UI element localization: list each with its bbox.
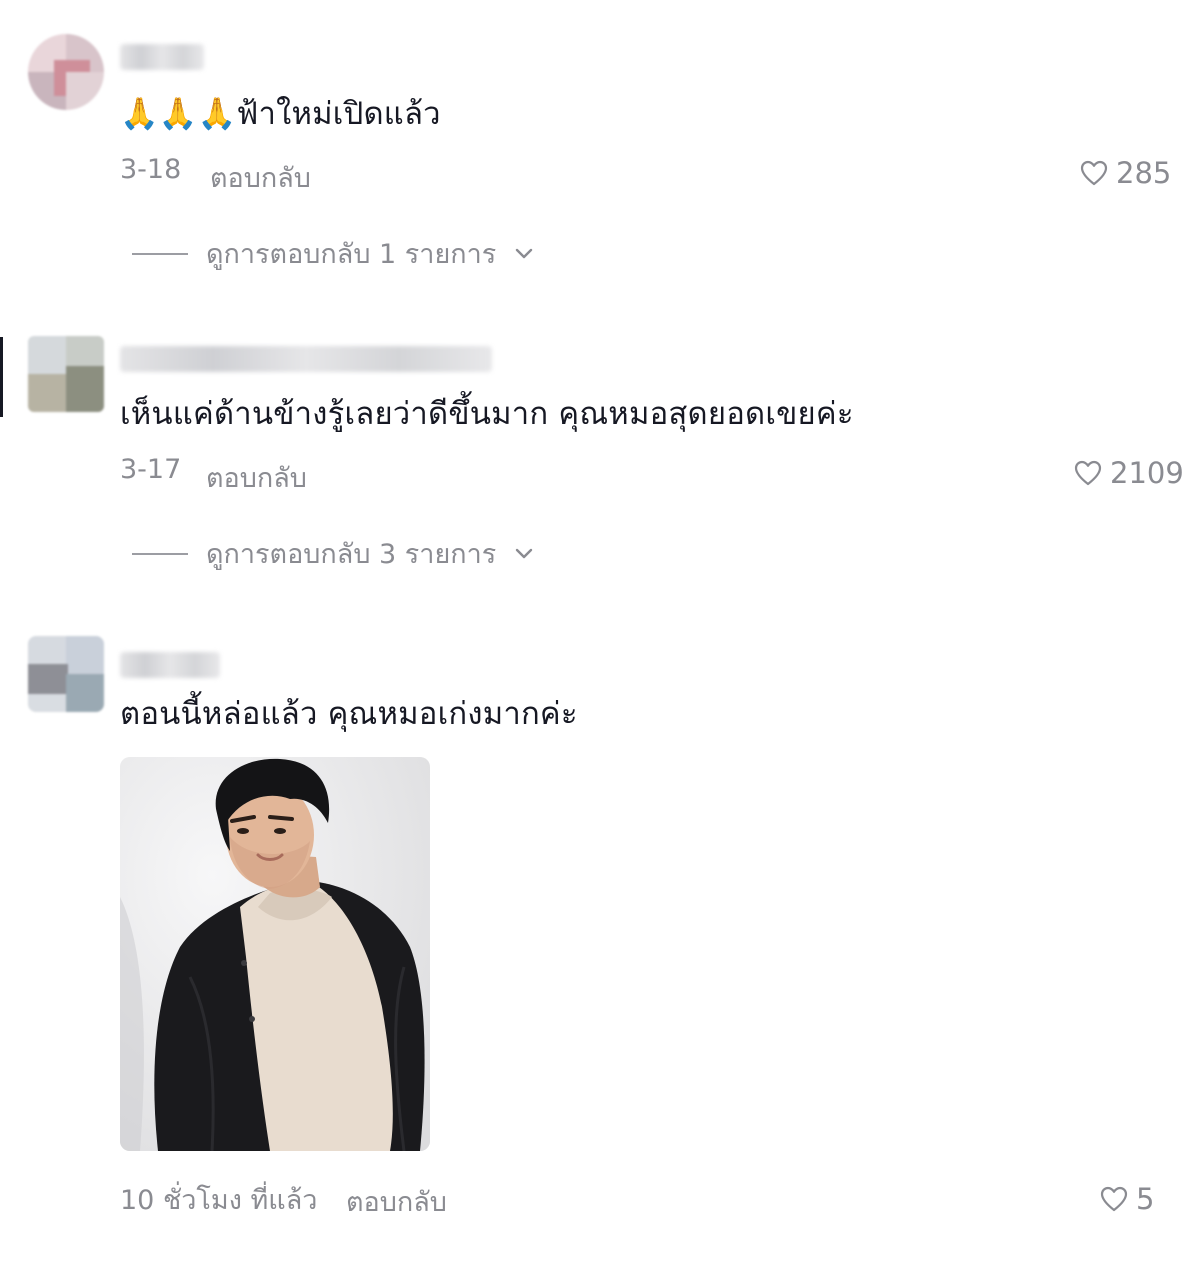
like-count: 2109 (1110, 456, 1184, 490)
comment-date: 3-17 (120, 454, 182, 485)
reply-button[interactable]: ตอบกลับ (346, 1180, 447, 1223)
username[interactable] (120, 44, 204, 70)
heart-outline-icon (1080, 160, 1108, 186)
comment-photo[interactable] (120, 757, 430, 1151)
view-replies-label: ดูการตอบกลับ 1 รายการ (206, 239, 497, 270)
comment-text-body: ฟ้าใหม่เปิดแล้ว (236, 96, 441, 132)
username[interactable] (120, 346, 492, 372)
chevron-down-icon (516, 248, 533, 258)
comment-text: 🙏🙏🙏ฟ้าใหม่เปิดแล้ว (120, 94, 441, 134)
person-photo-image (120, 757, 430, 1151)
like-count: 5 (1136, 1182, 1155, 1216)
avatar[interactable] (28, 636, 104, 712)
comment-date: 10 ชั่วโมง ที่แล้ว (120, 1185, 318, 1216)
view-replies-button[interactable]: ดูการตอบกลับ 1 รายการ (132, 232, 534, 275)
view-replies-label: ดูการตอบกลับ 3 รายการ (206, 539, 497, 570)
divider-line (132, 252, 188, 255)
like-count: 285 (1116, 156, 1172, 190)
reply-button[interactable]: ตอบกลับ (210, 156, 311, 199)
username[interactable] (120, 652, 220, 678)
heart-outline-icon (1074, 460, 1102, 486)
comment-text: ตอนนี้หล่อแล้ว คุณหมอเก่งมากค่ะ (120, 696, 578, 732)
chevron-down-icon (516, 548, 533, 558)
avatar[interactable] (28, 336, 104, 412)
divider-line (132, 552, 188, 555)
like-button[interactable]: 285 (1080, 156, 1171, 190)
comment-text: เห็นแค่ด้านข้างรู้เลยว่าดีขึ้นมาก คุณหมอ… (120, 396, 854, 432)
like-button[interactable]: 2109 (1074, 456, 1184, 490)
selection-indicator (0, 337, 3, 417)
comment-date: 3-18 (120, 154, 182, 185)
reply-button[interactable]: ตอบกลับ (206, 456, 307, 499)
view-replies-button[interactable]: ดูการตอบกลับ 3 รายการ (132, 532, 534, 575)
heart-outline-icon (1100, 1186, 1128, 1212)
pray-emoji: 🙏🙏🙏 (120, 96, 237, 132)
avatar[interactable] (28, 34, 104, 110)
like-button[interactable]: 5 (1100, 1182, 1154, 1216)
